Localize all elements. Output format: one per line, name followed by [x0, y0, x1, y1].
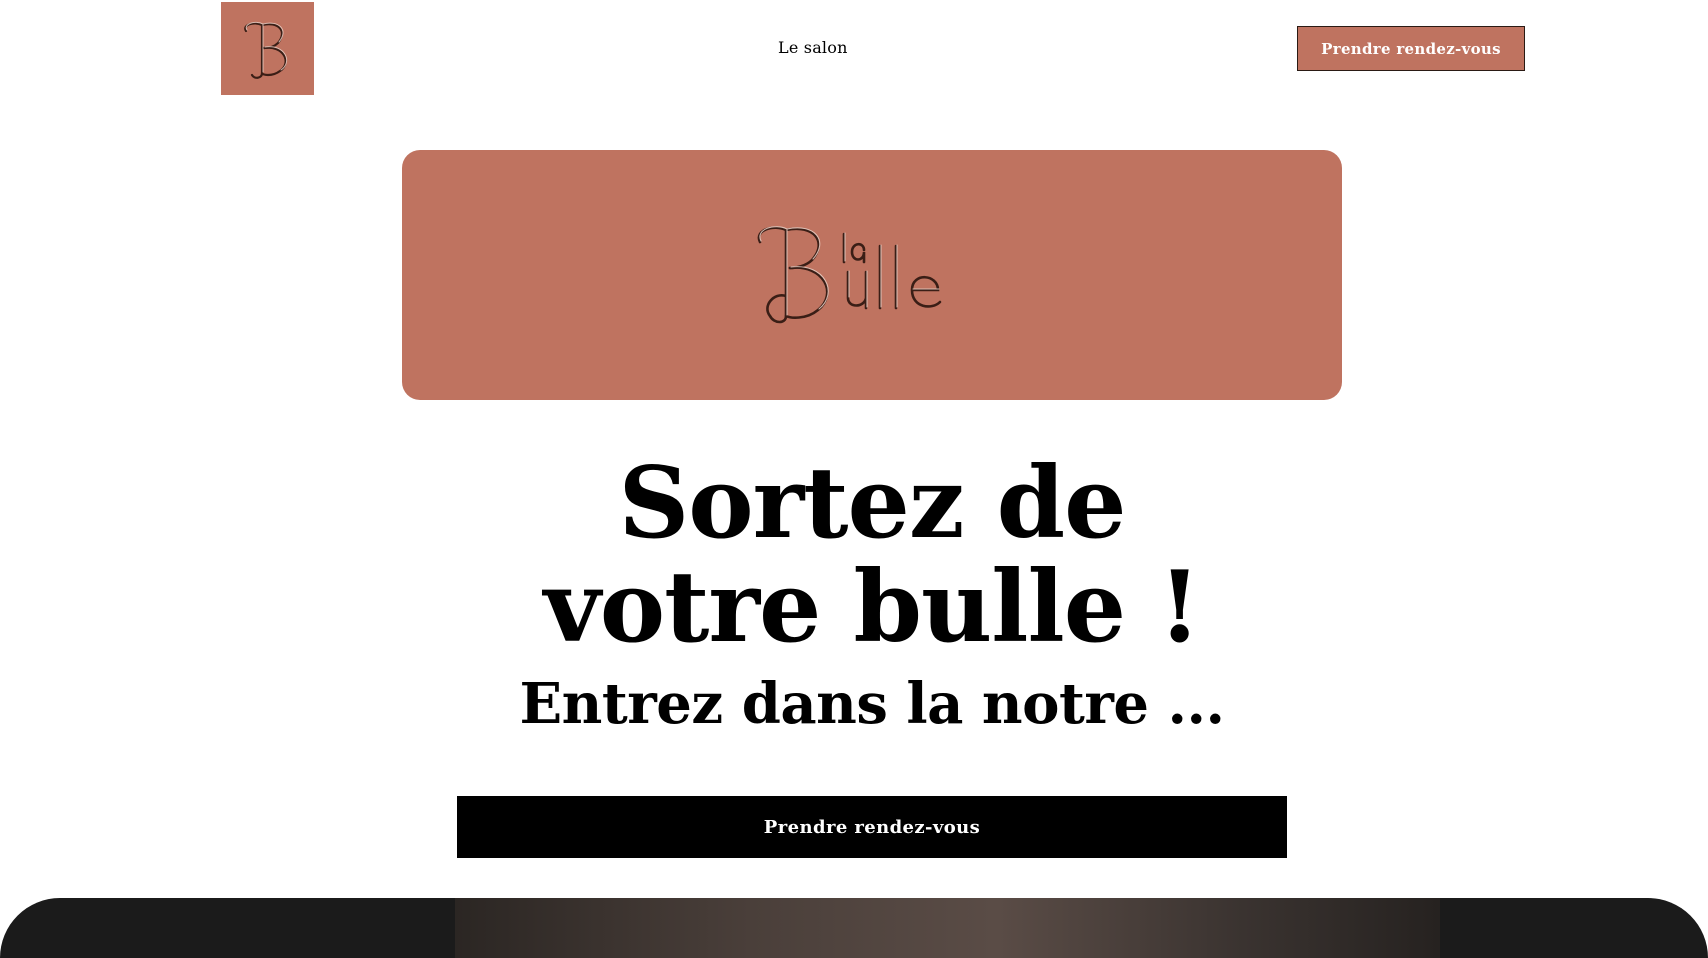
- hero-banner: [402, 150, 1342, 400]
- header-booking-button[interactable]: Prendre rendez-vous: [1297, 26, 1525, 71]
- nav-link-le-salon[interactable]: Le salon: [778, 38, 848, 57]
- next-section-preview: [0, 898, 1708, 958]
- hero-booking-button[interactable]: Prendre rendez-vous: [457, 796, 1287, 858]
- hero-subheadline: Entrez dans la notre ...: [519, 671, 1225, 737]
- hero-headline: Sortez de votre bulle !: [0, 452, 1708, 660]
- site-logo[interactable]: [221, 2, 314, 95]
- hero-headline-line2: votre bulle !: [543, 550, 1201, 665]
- monogram-b-logo-icon: [243, 21, 287, 79]
- la-bulle-wordmark-logo-icon: [757, 226, 942, 324]
- salon-photo: [455, 898, 1440, 958]
- hero-headline-line1: Sortez de: [618, 446, 1126, 561]
